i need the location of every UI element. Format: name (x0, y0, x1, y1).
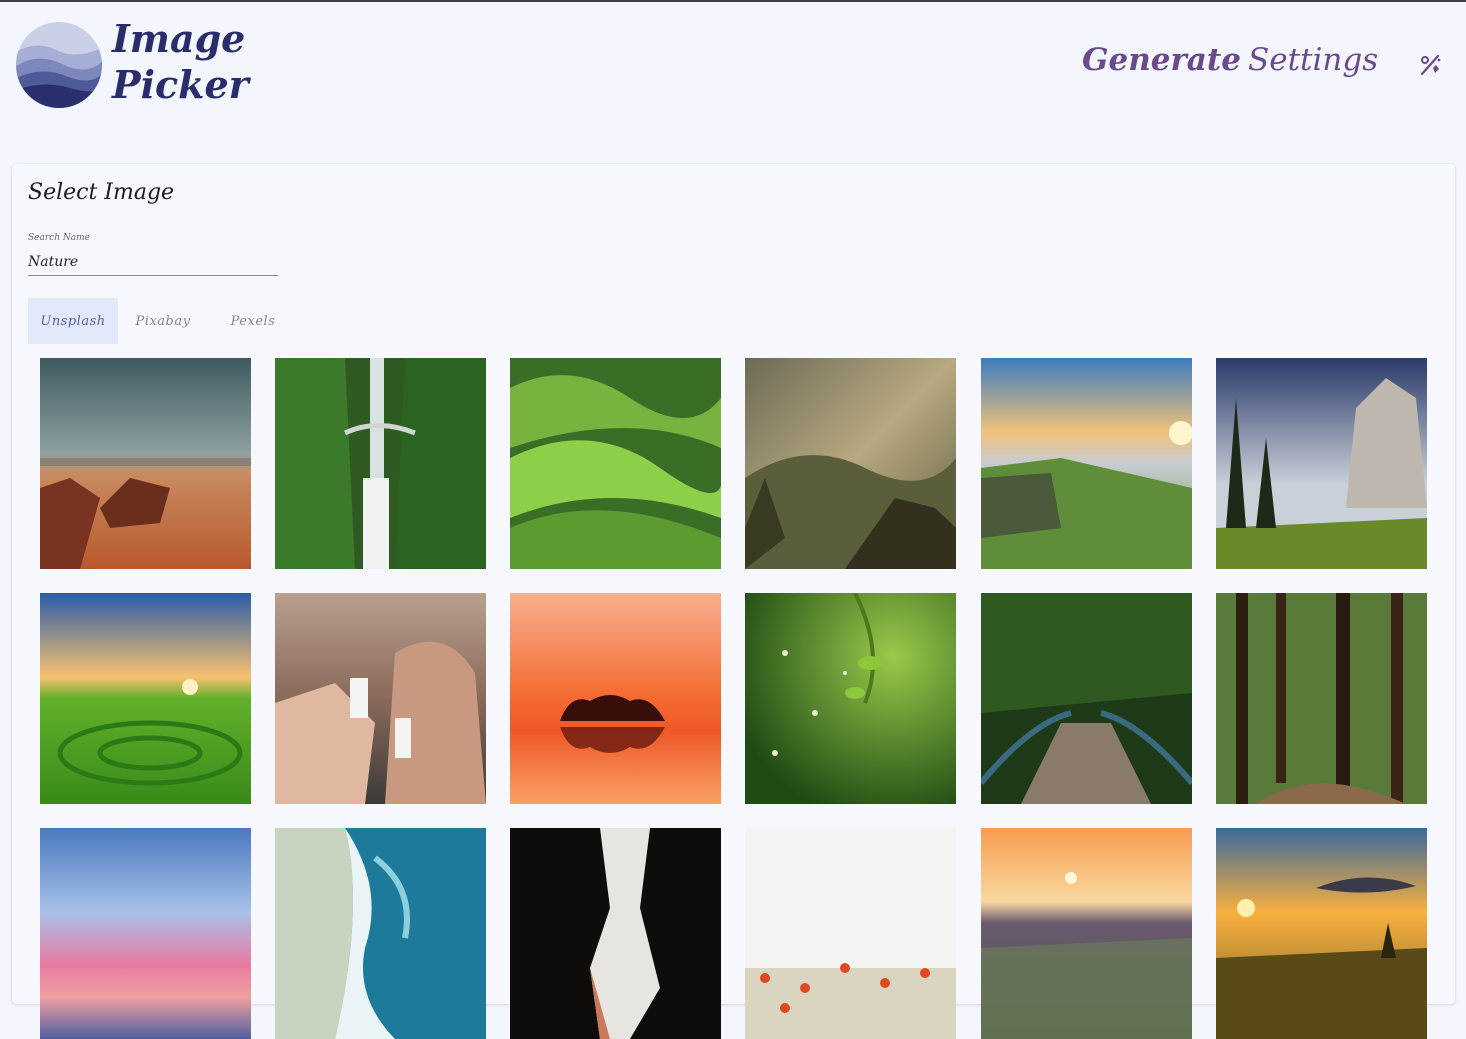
image-thumb-island-sunset[interactable] (510, 593, 721, 804)
image-thumb-leaves-bokeh[interactable] (745, 593, 956, 804)
nav-settings[interactable]: Settings (1248, 42, 1378, 78)
tab-pexels[interactable]: Pexels (208, 298, 298, 344)
app-title: Image Picker (112, 16, 249, 108)
image-thumb-golden-field[interactable] (1216, 828, 1427, 1039)
nav-generate[interactable]: Generate (1082, 42, 1241, 78)
image-thumb-people-canyon[interactable] (275, 593, 486, 804)
image-thumb-green-hills[interactable] (510, 358, 721, 569)
source-tabs: Unsplash Pixabay Pexels (28, 298, 298, 344)
card-title: Select Image (28, 180, 175, 205)
image-thumb-poppy-field[interactable] (745, 828, 956, 1039)
logo-icon[interactable] (16, 22, 102, 108)
app-header: Image Picker Generate Settings (0, 2, 1466, 130)
image-thumb-pink-sky-sea[interactable] (40, 828, 251, 1039)
image-thumb-desert-canyon[interactable] (40, 358, 251, 569)
search-label: Search Name (28, 233, 90, 243)
app-title-line1: Image (112, 16, 246, 61)
theme-toggle-icon[interactable] (1418, 52, 1444, 78)
image-thumb-clouds-cliffs[interactable] (981, 358, 1192, 569)
image-thumb-redwood-path[interactable] (1216, 593, 1427, 804)
select-image-card: Select Image Search Name Unsplash Pixaba… (12, 164, 1455, 1039)
app-title-line2: Picker (112, 62, 249, 107)
image-thumb-waterfall[interactable] (275, 358, 486, 569)
image-thumb-grass-sunset[interactable] (981, 828, 1192, 1039)
image-thumb-dark-cave[interactable] (510, 828, 721, 1039)
search-input[interactable] (28, 248, 278, 276)
image-thumb-ocean-waves[interactable] (275, 828, 486, 1039)
tab-unsplash[interactable]: Unsplash (28, 298, 118, 344)
tab-pixabay[interactable]: Pixabay (118, 298, 208, 344)
image-thumb-granite-cliff[interactable] (1216, 358, 1427, 569)
image-thumb-green-valley-spiral[interactable] (40, 593, 251, 804)
image-thumb-forest-footbridge[interactable] (981, 593, 1192, 804)
image-thumb-misty-mountains[interactable] (745, 358, 956, 569)
